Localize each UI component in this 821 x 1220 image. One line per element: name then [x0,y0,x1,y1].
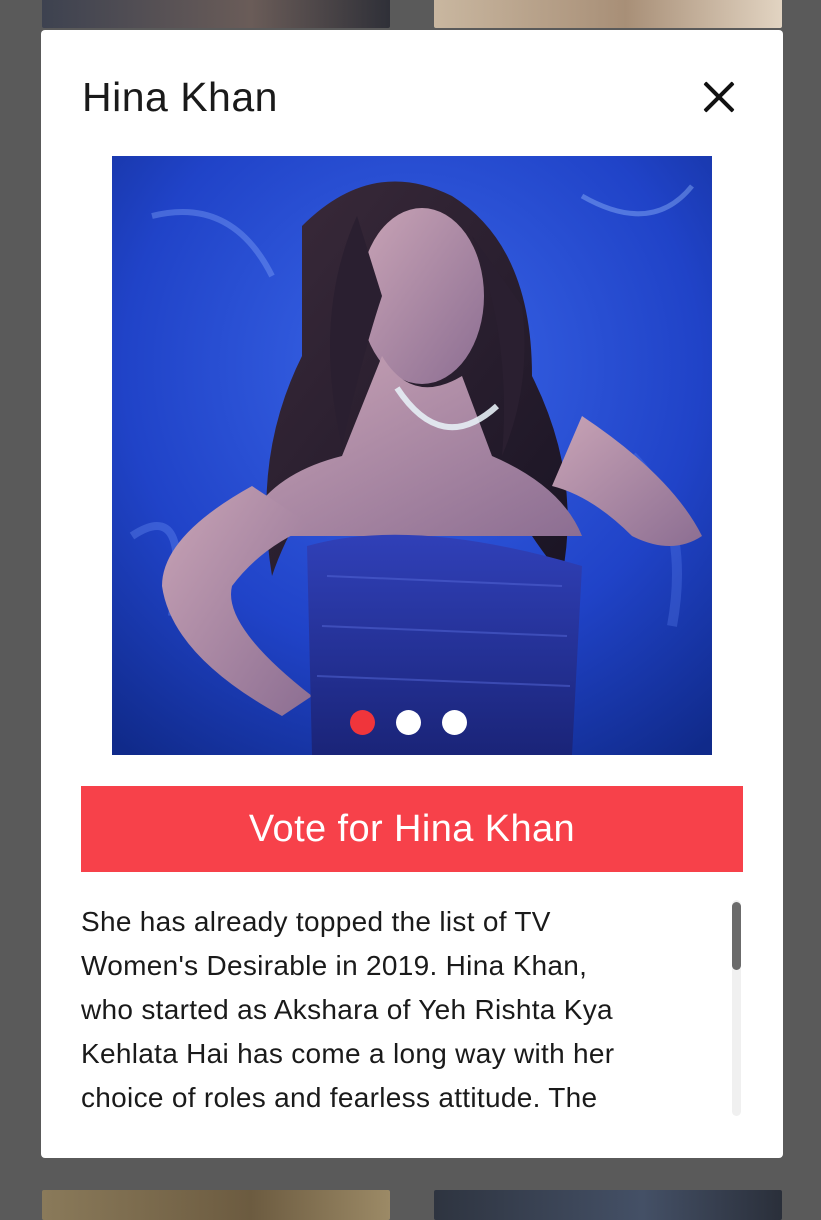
modal-title: Hina Khan [82,74,278,120]
background-thumbnail [42,0,390,28]
vote-button[interactable]: Vote for Hina Khan [81,786,743,872]
description-line: Kehlata Hai has come a long way with her [81,1038,615,1069]
scrollbar-thumb[interactable] [732,902,741,970]
background-thumbnail [434,1190,782,1220]
profile-modal: Hina Khan Vote for Hina Khan She has alr… [41,30,783,1158]
scrollbar-track[interactable] [732,900,741,1116]
description-line: She has already topped the list of TV [81,906,551,937]
background-thumbnail [434,0,782,28]
description-line: choice of roles and fearless attitude. T… [81,1082,598,1113]
background-thumbnail [42,1190,390,1220]
carousel-dot[interactable] [441,710,467,735]
description-line: Women's Desirable in 2019. Hina Khan, [81,950,588,981]
carousel-dot[interactable] [349,710,375,735]
carousel-dot[interactable] [395,710,421,735]
description-line: who started as Akshara of Yeh Rishta Kya [81,994,613,1025]
description-scroll-area[interactable]: She has already topped the list of TV Wo… [81,900,743,1118]
photo-carousel[interactable] [112,156,712,755]
close-icon[interactable] [697,75,741,119]
description-text: She has already topped the list of TV Wo… [81,900,711,1118]
profile-photo [112,156,712,755]
carousel-pagination [112,710,708,735]
